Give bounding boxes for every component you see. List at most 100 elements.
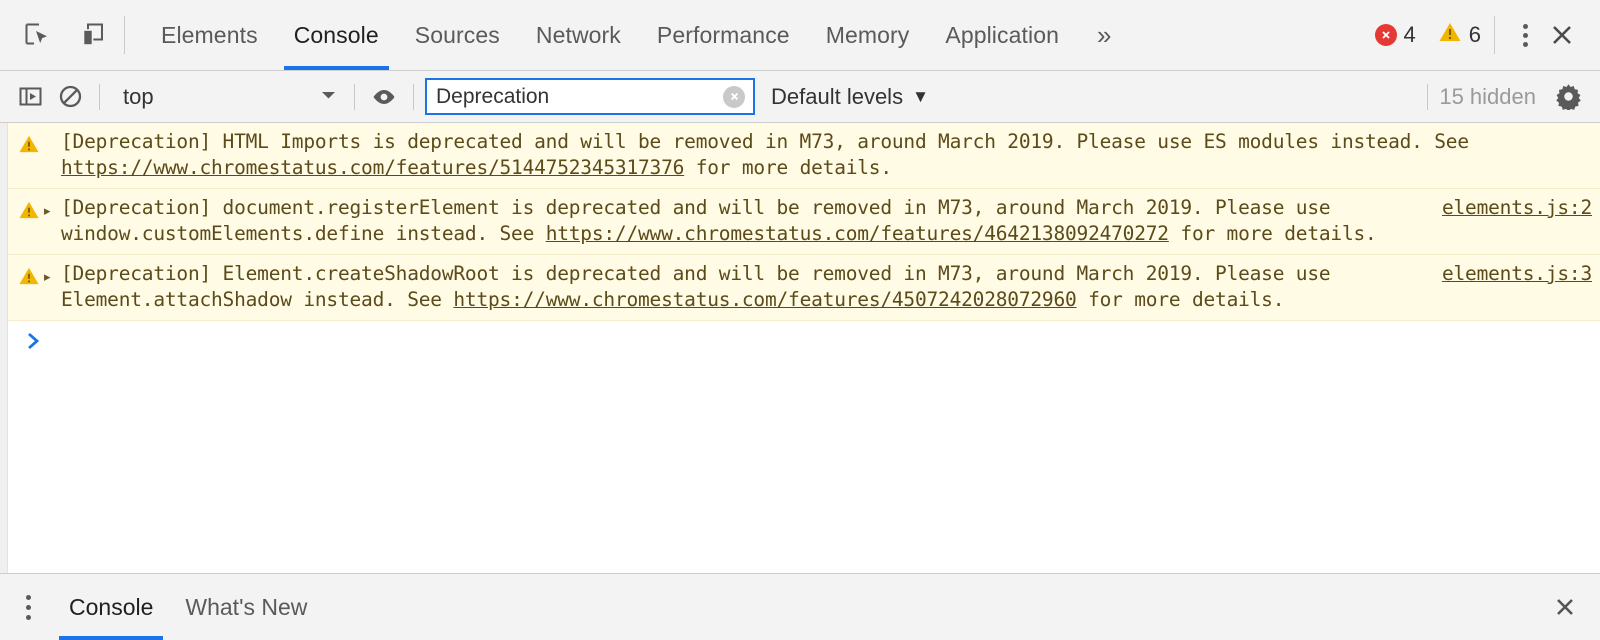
toolbar-divider — [124, 16, 125, 54]
kebab-dot — [1523, 23, 1528, 29]
execution-context-label: top — [123, 83, 154, 109]
tab-label: Elements — [161, 21, 258, 48]
clear-console-button[interactable] — [50, 77, 90, 117]
close-drawer-button[interactable] — [1530, 574, 1600, 640]
message-expand-toggle — [44, 129, 61, 181]
warning-icon — [19, 135, 39, 153]
console-toolbar-right: 15 hidden — [1418, 77, 1588, 117]
toolbar-left-icons — [0, 0, 114, 70]
tab-label: Sources — [414, 21, 500, 48]
drawer-tab-label: What's New — [185, 593, 308, 620]
message-suffix: for more details. — [684, 156, 892, 179]
clear-filter-icon — [730, 92, 738, 101]
console-message-list[interactable]: [Deprecation] HTML Imports is deprecated… — [0, 123, 1600, 573]
console-filter-toolbar: top Default levels ▼ — [0, 71, 1600, 123]
drawer-tab-label: Console — [69, 593, 154, 620]
panel-tabs: Elements Console Sources Network Perform… — [143, 0, 1131, 70]
toolbar-divider-right — [1494, 16, 1495, 54]
message-expand-toggle[interactable]: ▸ — [44, 261, 61, 313]
console-message-row[interactable]: ▸ [Deprecation] document.registerElement… — [0, 189, 1600, 255]
kebab-dot — [1523, 41, 1528, 47]
log-levels-label: Default levels — [771, 83, 904, 109]
execution-context-selector[interactable]: top — [109, 84, 345, 110]
warning-count-badge[interactable]: 6 — [1433, 21, 1486, 49]
console-prompt-input[interactable] — [42, 331, 1600, 355]
message-source-link[interactable]: elements.js:2 — [1442, 195, 1592, 247]
message-link[interactable]: https://www.chromestatus.com/features/45… — [453, 288, 1076, 311]
clear-filter-button[interactable] — [723, 85, 745, 108]
device-toolbar-icon — [82, 23, 103, 46]
console-left-gutter — [0, 123, 8, 573]
warning-count-value: 6 — [1468, 22, 1481, 47]
expand-triangle-icon: ▸ — [44, 203, 51, 218]
device-toolbar-button[interactable] — [72, 14, 114, 56]
chevron-down-icon: ▼ — [912, 86, 929, 106]
message-link[interactable]: https://www.chromestatus.com/features/51… — [61, 156, 684, 179]
toolbar-divider — [1427, 83, 1429, 110]
message-level-icon-wrap — [18, 261, 44, 313]
error-icon — [1374, 24, 1397, 46]
console-prompt-row[interactable] — [0, 321, 1600, 573]
chevron-down-icon — [320, 88, 337, 106]
message-level-icon-wrap — [18, 129, 44, 181]
console-message-row[interactable]: [Deprecation] HTML Imports is deprecated… — [0, 123, 1600, 189]
tab-label: Network — [535, 21, 621, 48]
main-tabbar: Elements Console Sources Network Perform… — [0, 0, 1600, 71]
live-expression-button[interactable] — [364, 77, 404, 117]
error-count-value: 4 — [1403, 22, 1416, 47]
toolbar-right-group: 4 6 — [1370, 0, 1600, 70]
toolbar-divider — [413, 83, 414, 110]
inspect-element-icon — [25, 23, 47, 45]
tab-sources[interactable]: Sources — [397, 0, 518, 70]
log-levels-dropdown[interactable]: Default levels ▼ — [771, 84, 929, 110]
close-icon — [1557, 599, 1573, 615]
console-filter-input[interactable] — [427, 84, 753, 109]
tab-label: Memory — [825, 21, 910, 48]
kebab-dot — [26, 614, 31, 620]
settings-gear-icon — [1555, 84, 1581, 110]
tab-application[interactable]: Application — [927, 0, 1077, 70]
console-sidebar-toggle-button[interactable] — [10, 77, 50, 117]
more-tabs-button[interactable]: » — [1077, 0, 1131, 70]
warning-icon — [1438, 21, 1462, 49]
tab-memory[interactable]: Memory — [808, 0, 928, 70]
chevron-double-right-icon: » — [1097, 19, 1112, 50]
devtools-menu-button[interactable] — [1509, 14, 1542, 57]
tab-label: Application — [945, 21, 1059, 48]
console-filter-box[interactable] — [425, 78, 755, 115]
console-settings-button[interactable] — [1548, 77, 1588, 117]
inspect-element-button[interactable] — [16, 14, 58, 56]
tab-network[interactable]: Network — [518, 0, 639, 70]
console-sidebar-icon — [19, 87, 41, 106]
drawer-tab-whats-new[interactable]: What's New — [169, 574, 323, 640]
toolbar-divider — [354, 83, 355, 110]
message-link[interactable]: https://www.chromestatus.com/features/46… — [546, 222, 1169, 245]
tab-label: Performance — [656, 21, 790, 48]
devtools-window: Elements Console Sources Network Perform… — [0, 0, 1600, 640]
console-message-row[interactable]: ▸ [Deprecation] Element.createShadowRoot… — [0, 255, 1600, 321]
devtools-drawer: Console What's New — [0, 573, 1600, 640]
error-count-badge[interactable]: 4 — [1370, 22, 1421, 48]
tab-performance[interactable]: Performance — [639, 0, 808, 70]
kebab-dot — [1523, 32, 1528, 38]
hidden-messages-count: 15 hidden — [1439, 83, 1536, 109]
tab-console[interactable]: Console — [276, 0, 397, 70]
close-devtools-button[interactable] — [1542, 15, 1586, 55]
message-level-icon-wrap — [18, 195, 44, 247]
drawer-tabs: Console What's New — [53, 574, 323, 640]
expand-triangle-icon: ▸ — [44, 269, 51, 284]
drawer-tab-console[interactable]: Console — [53, 574, 169, 640]
clear-console-icon — [59, 85, 81, 108]
message-expand-toggle[interactable]: ▸ — [44, 195, 61, 247]
warning-icon — [19, 201, 39, 219]
tab-label: Console — [293, 21, 379, 48]
message-text: [Deprecation] Element.createShadowRoot i… — [61, 261, 1442, 313]
close-icon — [1553, 26, 1571, 44]
drawer-menu-button[interactable] — [0, 574, 53, 640]
warning-icon — [19, 267, 39, 285]
message-suffix: for more details. — [1076, 288, 1285, 311]
live-expression-eye-icon — [373, 89, 395, 104]
message-source-link[interactable]: elements.js:3 — [1442, 261, 1592, 313]
message-prefix: [Deprecation] HTML Imports is deprecated… — [61, 130, 1469, 153]
tab-elements[interactable]: Elements — [143, 0, 276, 70]
